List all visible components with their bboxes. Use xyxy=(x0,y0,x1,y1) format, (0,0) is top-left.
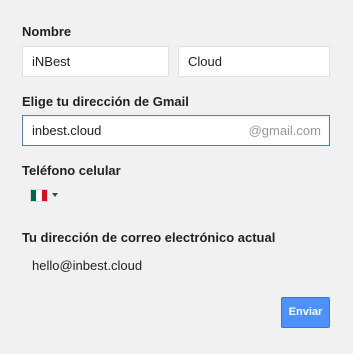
phone-country-select[interactable] xyxy=(22,182,62,208)
chevron-down-icon xyxy=(52,193,58,197)
name-label: Nombre xyxy=(22,24,72,39)
last-name-input[interactable]: Cloud xyxy=(178,46,330,77)
gmail-address-value: inbest.cloud xyxy=(32,123,102,138)
current-email-input[interactable]: hello@inbest.cloud xyxy=(22,250,330,281)
gmail-address-input[interactable]: inbest.cloud @gmail.com xyxy=(22,115,330,146)
mexico-flag-icon xyxy=(30,188,48,202)
current-email-value: hello@inbest.cloud xyxy=(32,258,143,273)
first-name-value: iNBest xyxy=(32,54,71,69)
first-name-input[interactable]: iNBest xyxy=(22,46,169,77)
submit-button[interactable]: Enviar xyxy=(281,297,330,328)
current-email-label: Tu dirección de correo electrónico actua… xyxy=(22,230,276,245)
phone-label: Teléfono celular xyxy=(22,163,121,178)
gmail-label: Elige tu dirección de Gmail xyxy=(22,94,189,109)
last-name-value: Cloud xyxy=(188,54,222,69)
gmail-domain-suffix: @gmail.com xyxy=(248,123,321,138)
